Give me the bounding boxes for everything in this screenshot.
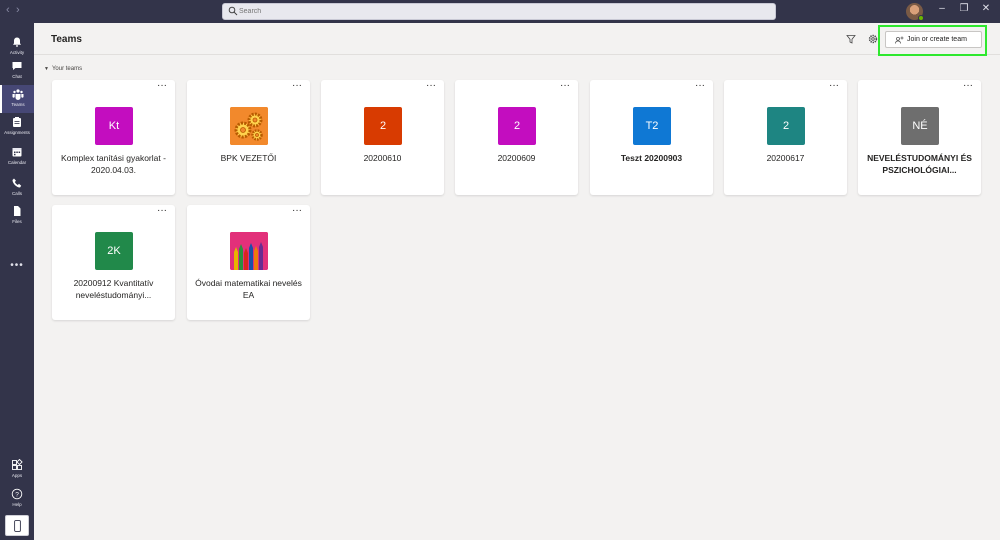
team-card[interactable]: ··· T2 Teszt 20200903 (590, 80, 713, 195)
team-name: 20200610 (363, 153, 402, 163)
more-options-button[interactable]: ··· (292, 206, 302, 216)
rail-label: Calendar (7, 160, 27, 165)
avatar[interactable] (906, 3, 924, 21)
team-name: 20200617 (766, 153, 805, 163)
team-card[interactable]: ··· 2 20200609 (455, 80, 578, 195)
rail-item-calls[interactable]: Calls (0, 174, 34, 202)
team-card[interactable]: ··· NÉ NEVELÉSTUDOMÁNYI ÉS PSZICHOLÓGIAI… (858, 80, 981, 195)
team-avatar (230, 232, 268, 270)
rail-item-teams[interactable]: Teams (0, 85, 34, 113)
history-nav: ‹› (6, 4, 26, 16)
team-name: NEVELÉSTUDOMÁNYI ÉS PSZICHOLÓGIAI... (867, 153, 972, 175)
more-options-button[interactable]: ··· (157, 81, 167, 91)
team-name: 20200609 (497, 153, 536, 163)
rail-item-help[interactable]: ? Help (0, 485, 34, 513)
rail-item-files[interactable]: Files (0, 202, 34, 230)
team-avatar: Kt (95, 107, 133, 145)
team-name: 20200912 Kvantitatív neveléstudományi... (73, 278, 154, 300)
team-avatar: T2 (633, 107, 671, 145)
filter-icon[interactable] (846, 34, 856, 44)
colored-pencils-icon (230, 232, 268, 270)
join-button-label: Join or create team (907, 36, 967, 43)
title-bar: ‹› – ❐ ✕ (0, 0, 1000, 23)
calendar-icon (12, 148, 22, 157)
more-options-button[interactable]: ··· (292, 81, 302, 91)
search-box[interactable] (222, 3, 776, 20)
more-options-button[interactable]: ··· (426, 81, 436, 91)
back-arrow-icon[interactable]: ‹ (6, 4, 16, 16)
phone-icon (12, 178, 22, 188)
more-apps-button[interactable]: ••• (0, 260, 34, 271)
team-card[interactable]: ··· Kt Komplex tanítási gyakorlat - 2020… (52, 80, 175, 195)
rail-item-assignments[interactable]: Assignments (0, 113, 34, 141)
add-team-icon (895, 36, 904, 44)
rail-item-apps[interactable]: Apps (0, 456, 34, 484)
mobile-icon (14, 520, 21, 532)
forward-arrow-icon[interactable]: › (16, 4, 26, 16)
restore-button[interactable]: ❐ (957, 3, 971, 14)
search-input[interactable] (239, 4, 759, 19)
more-options-button[interactable]: ··· (829, 81, 839, 91)
team-card[interactable]: ··· BPK VEZETŐI (187, 80, 310, 195)
team-card[interactable]: ··· 2 20200610 (321, 80, 444, 195)
teams-icon (12, 89, 24, 100)
your-teams-section-toggle[interactable]: ▼ Your teams (44, 66, 82, 72)
more-options-button[interactable]: ··· (157, 206, 167, 216)
team-card[interactable]: ··· 2K 20200912 Kvantitatív neveléstudom… (52, 205, 175, 320)
team-avatar: 2 (767, 107, 805, 145)
app-bar: Activity Chat Teams Assignments Calendar… (0, 23, 34, 540)
team-name: Óvodai matematikai nevelés EA (195, 278, 302, 300)
rail-label: Apps (11, 473, 23, 478)
team-avatar: 2K (95, 232, 133, 270)
more-options-button[interactable]: ··· (560, 81, 570, 91)
search-icon (228, 6, 238, 16)
team-name: Komplex tanítási gyakorlat - 2020.04.03. (61, 153, 166, 175)
rail-label: Chat (12, 74, 22, 79)
join-or-create-team-button[interactable]: Join or create team (885, 31, 982, 48)
gear-icon[interactable] (868, 34, 878, 44)
presence-badge (918, 15, 924, 21)
more-options-button[interactable]: ··· (963, 81, 973, 91)
page-header: Teams (34, 23, 1000, 55)
team-avatar: 2 (364, 107, 402, 145)
chat-icon (12, 62, 22, 70)
svg-text:?: ? (15, 491, 19, 498)
rail-label: Calls (11, 191, 22, 196)
rail-item-calendar[interactable]: Calendar (0, 143, 34, 171)
team-avatar: 2 (498, 107, 536, 145)
bell-icon (13, 37, 21, 47)
rail-label: Files (12, 219, 22, 224)
team-name: BPK VEZETŐI (220, 153, 277, 163)
team-name: Teszt 20200903 (620, 153, 683, 163)
more-options-button[interactable]: ··· (695, 81, 705, 91)
minimize-button[interactable]: – (935, 3, 949, 14)
close-button[interactable]: ✕ (979, 3, 993, 14)
rail-label: Teams (11, 102, 25, 107)
rail-label: Activity (9, 50, 25, 55)
assignments-icon (13, 117, 21, 127)
gears-icon (230, 107, 268, 145)
rail-item-chat[interactable]: Chat (0, 57, 34, 85)
page-title: Teams (51, 34, 82, 45)
team-avatar: NÉ (901, 107, 939, 145)
help-icon: ? (11, 488, 23, 500)
team-card[interactable]: ··· 2 20200617 (724, 80, 847, 195)
rail-label: Help (12, 502, 22, 507)
team-card[interactable]: ··· Óvodai matematikai nevelés EA (187, 205, 310, 320)
caret-down-icon: ▼ (44, 66, 49, 72)
rail-label: Assignments (4, 130, 30, 135)
apps-icon (12, 459, 23, 470)
mobile-app-button[interactable] (5, 515, 29, 536)
section-label: Your teams (51, 66, 83, 72)
team-avatar (230, 107, 268, 145)
file-icon (14, 206, 21, 216)
